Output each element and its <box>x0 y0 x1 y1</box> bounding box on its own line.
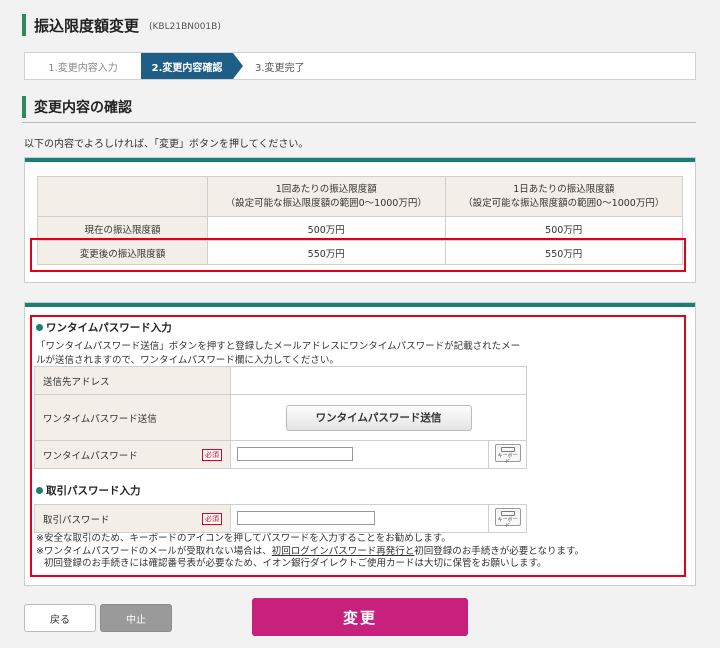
txn-keyboard-cell: キーボード <box>488 504 527 533</box>
txn-password-heading: 取引パスワード入力 <box>36 483 141 498</box>
screen-id: (KBL21BN001B) <box>149 21 221 32</box>
instruction-text: 以下の内容でよろしければ、「変更」ボタンを押してください。 <box>24 139 309 150</box>
current-per-day: 500万円 <box>444 216 683 241</box>
otp-password-cell <box>230 440 489 469</box>
new-limit-highlight <box>30 238 686 272</box>
otp-password-row: ワンタイムパスワード 必須 キーボード <box>34 440 527 469</box>
required-badge: 必須 <box>202 512 222 525</box>
back-button[interactable]: 戻る <box>24 604 96 632</box>
note-otp-mail: ※ワンタイムパスワードのメールが受取れない場合は、初回ログインパスワード再発行と… <box>36 546 584 559</box>
otp-heading: ワンタイムパスワード入力 <box>36 320 172 335</box>
otp-keyboard-icon[interactable]: キーボード <box>494 443 521 465</box>
row-label-current: 現在の振込限度額 <box>37 216 208 241</box>
stop-button[interactable]: 中止 <box>100 604 172 632</box>
change-button[interactable]: 変更 <box>252 598 468 636</box>
address-value <box>230 366 527 395</box>
address-label: 送信先アドレス <box>34 366 231 395</box>
otp-keyboard-cell: キーボード <box>488 440 527 469</box>
otp-send-row: ワンタイムパスワード送信 ワンタイムパスワード送信 <box>34 394 527 441</box>
table-header-per-transaction: 1回あたりの振込限度額 （設定可能な振込限度額の範囲0～1000万円） <box>207 176 446 217</box>
otp-send-label: ワンタイムパスワード送信 <box>34 394 231 441</box>
notes: ※安全な取引のため、キーボードのアイコンを押してパスワードを入力することをお勧め… <box>36 533 584 571</box>
txn-keyboard-icon[interactable]: キーボード <box>494 507 521 529</box>
step-complete: 3.変更完了 <box>255 62 305 74</box>
txn-password-input[interactable] <box>237 511 375 526</box>
bullet-dot-icon <box>36 324 43 331</box>
otp-password-input[interactable] <box>237 447 353 462</box>
header-accent-bar <box>22 14 26 36</box>
required-badge: 必須 <box>202 448 222 461</box>
txn-password-heading-text: 取引パスワード入力 <box>46 485 141 497</box>
current-per-transaction: 500万円 <box>207 216 446 241</box>
step-input: 1.変更内容入力 <box>48 62 118 74</box>
table-header-empty <box>37 176 208 217</box>
card-top-bar <box>25 303 695 307</box>
otp-description: 「ワンタイムパスワード送信」ボタンを押すと登録したメールアドレスにワンタイムパス… <box>36 341 521 366</box>
txn-password-cell <box>230 504 489 533</box>
otp-password-label-text: ワンタイムパスワード <box>43 450 138 462</box>
note-otp-mail-pre: ※ワンタイムパスワードのメールが受取れない場合は、 <box>36 545 272 557</box>
section-title: 変更内容の確認 <box>34 100 132 116</box>
card-top-bar <box>25 158 695 162</box>
page-header: 振込限度額変更 (KBL21BN001B) <box>22 10 221 40</box>
bullet-dot-icon <box>36 487 43 494</box>
reissue-password-link[interactable]: 初回ログインパスワード再発行と <box>272 546 415 557</box>
address-label-text: 送信先アドレス <box>43 376 110 388</box>
otp-password-label: ワンタイムパスワード 必須 <box>34 440 231 469</box>
otp-form-table: 送信先アドレス ワンタイムパスワード送信 ワンタイムパスワード送信 ワンタイムパ… <box>34 366 527 469</box>
table-header-per-day: 1日あたりの振込限度額 （設定可能な振込限度額の範囲0～1000万円） <box>444 176 683 217</box>
page-title: 振込限度額変更 <box>34 16 140 35</box>
table-row-current: 現在の振込限度額 500万円 500万円 <box>37 216 683 241</box>
txn-password-row: 取引パスワード 必須 キーボード <box>34 504 527 533</box>
note-keyboard: ※安全な取引のため、キーボードのアイコンを押してパスワードを入力することをお勧め… <box>36 533 451 544</box>
step-indicator: 1.変更内容入力 2.変更内容確認 3.変更完了 <box>24 52 696 80</box>
otp-send-cell: ワンタイムパスワード送信 <box>230 394 527 441</box>
txn-password-label-text: 取引パスワード <box>43 514 110 526</box>
section-divider <box>22 122 696 123</box>
otp-heading-text: ワンタイムパスワード入力 <box>46 322 172 334</box>
section-accent-bar <box>22 96 26 118</box>
txn-password-label: 取引パスワード 必須 <box>34 504 231 533</box>
table-header-row: 1回あたりの振込限度額 （設定可能な振込限度額の範囲0～1000万円） 1日あた… <box>37 176 683 217</box>
note-card-storage: 初回登録のお手続きには確認番号表が必要なため、イオン銀行ダイレクトご使用カードは… <box>44 558 547 569</box>
section-header: 変更内容の確認 <box>22 94 696 123</box>
otp-send-button[interactable]: ワンタイムパスワード送信 <box>285 404 472 431</box>
note-otp-mail-post: 初回登録のお手続きが必要となります。 <box>414 545 585 557</box>
otp-send-label-text: ワンタイムパスワード送信 <box>43 413 157 425</box>
step-confirm-active: 2.変更内容確認 <box>141 53 243 79</box>
txn-password-table: 取引パスワード 必須 キーボード <box>34 504 527 533</box>
address-row: 送信先アドレス <box>34 366 527 395</box>
